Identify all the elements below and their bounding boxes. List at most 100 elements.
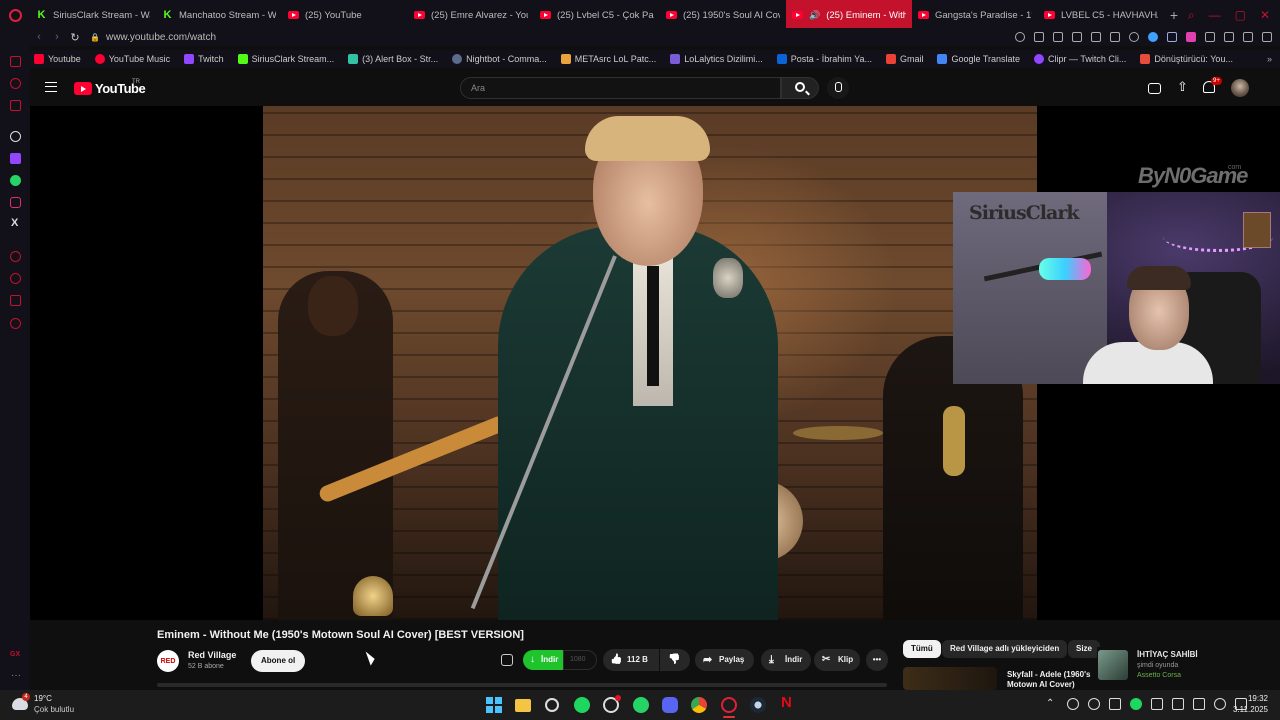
back-icon[interactable]: ‹ [30, 31, 48, 43]
bookmark-clipr[interactable]: Clipr — Twitch Cli... [1034, 54, 1126, 64]
bookmark-google-translate[interactable]: Google Translate [937, 54, 1020, 64]
close-icon[interactable]: ✕ [1260, 8, 1270, 22]
search-button[interactable] [781, 77, 819, 99]
bookmark-youtube[interactable]: Youtube [34, 54, 81, 64]
steam-tray-icon[interactable] [1109, 698, 1121, 710]
snapshot-icon[interactable] [1053, 32, 1063, 42]
channel-name[interactable]: Red Village [188, 650, 236, 660]
show-hidden-icons-icon[interactable]: ⌃ [1046, 698, 1058, 710]
notifications-button[interactable]: 9+ [1203, 77, 1222, 95]
bookmark-lolalytics[interactable]: LoLalytics Dizilimi... [670, 54, 763, 64]
create-icon[interactable] [1148, 82, 1161, 94]
puzzle-icon[interactable] [1224, 32, 1234, 42]
maximize-icon[interactable]: ▢ [1235, 8, 1246, 22]
chip-all[interactable]: Tümü [903, 640, 941, 658]
like-button[interactable]: 112 B [603, 649, 659, 671]
bookmark-twitch[interactable]: Twitch [184, 54, 224, 64]
netflix-icon[interactable]: N [781, 694, 797, 711]
more-actions-button[interactable]: ••• [866, 649, 888, 671]
quality-select[interactable]: 1080 [563, 650, 597, 670]
minimize-icon[interactable]: — [1209, 8, 1221, 22]
spotify-icon[interactable] [574, 697, 590, 713]
opera-gx-icon[interactable] [721, 697, 737, 713]
menu-icon[interactable] [1262, 32, 1272, 42]
more-icon[interactable]: ··· [11, 670, 21, 681]
weather-description[interactable]: Çok bulutlu [34, 705, 74, 714]
microphone-icon[interactable] [1151, 698, 1163, 710]
weather-temperature[interactable]: 19°C [34, 694, 52, 703]
voice-search-icon[interactable] [827, 77, 849, 99]
search-tabs-icon[interactable]: ⌕ [1188, 8, 1195, 23]
discord-icon[interactable] [662, 697, 678, 713]
history-icon[interactable] [10, 273, 21, 284]
pin-icon[interactable] [1034, 32, 1044, 42]
bookmark-posta[interactable]: Posta - İbrahim Ya... [776, 54, 872, 64]
reload-icon[interactable]: ↻ [66, 31, 84, 44]
tab-youtube-home[interactable]: (25) YouTube [282, 0, 408, 30]
bookmark-nightbot[interactable]: Nightbot - Comma... [452, 54, 547, 64]
twitch-icon[interactable] [10, 153, 21, 164]
chrome-icon[interactable] [691, 697, 707, 713]
clip-button[interactable]: Klip [814, 649, 860, 671]
settings-icon[interactable] [10, 318, 21, 329]
chatgpt-icon[interactable] [603, 695, 621, 713]
video-frame[interactable] [263, 106, 1037, 620]
display-icon[interactable] [1193, 698, 1205, 710]
steam-icon[interactable] [750, 697, 766, 713]
extension-icon[interactable] [1186, 32, 1196, 42]
url-field[interactable]: 🔒 www.youtube.com/watch [90, 32, 216, 43]
tab-lvbel-c5[interactable]: (25) Lvbel C5 - Çok Pard [534, 0, 660, 30]
tab-siriusclark[interactable]: K SiriusClark Stream - Wat [30, 0, 156, 30]
bookmark-youtube-music[interactable]: YouTube Music [94, 54, 170, 64]
extension-icon[interactable] [1167, 32, 1177, 42]
image-icon[interactable] [1205, 32, 1215, 42]
search-input[interactable]: Ara [460, 77, 781, 99]
game-notification[interactable]: İHTİYAÇ SAHİBİ şimdi oyunda Assetto Cors… [1097, 647, 1280, 685]
zoom-icon[interactable] [1015, 32, 1025, 42]
bookmark-gmail[interactable]: Gmail [885, 54, 923, 64]
speaker-icon[interactable]: 🔊 [809, 10, 820, 21]
spotify-tray-icon[interactable] [1130, 698, 1142, 710]
player-icon[interactable] [1091, 32, 1101, 42]
tab-eminem-active[interactable]: 🔊 (25) Eminem - Withou [786, 0, 912, 30]
clock-date[interactable]: 3.11.2025 [1230, 705, 1268, 714]
network-icon[interactable] [1214, 698, 1226, 710]
download-icon[interactable] [1243, 32, 1253, 42]
gx-control-icon[interactable] [10, 100, 21, 111]
chip-from-uploader[interactable]: Red Village adlı yükleyiciden [942, 640, 1068, 658]
tab-gangstas-paradise[interactable]: Gangsta's Paradise - 195 [912, 0, 1038, 30]
tab-emre-alvarez[interactable]: (25) Emre Alvarez - Yout [408, 0, 534, 30]
extension-icon[interactable] [501, 654, 513, 666]
nvidia-icon[interactable] [1172, 698, 1184, 710]
tab-manchatoo[interactable]: K Manchatoo Stream - Wa [156, 0, 282, 30]
bookmark-heart-icon[interactable] [1110, 32, 1120, 42]
description-box[interactable] [157, 683, 887, 687]
x-twitter-icon[interactable]: X [11, 217, 22, 229]
tray-app-icon[interactable] [1067, 698, 1079, 710]
extension-download-button[interactable]: İndir [523, 650, 567, 670]
clock-time[interactable]: 19:32 [1230, 694, 1268, 703]
upload-icon[interactable] [1175, 79, 1189, 95]
file-explorer-icon[interactable] [515, 699, 531, 712]
subscribe-button[interactable]: Abone ol [251, 650, 306, 672]
bookmark-alert-box[interactable]: (3) Alert Box - Str... [348, 54, 438, 64]
bookmark-metasrc[interactable]: METAsrc LoL Patc... [560, 54, 656, 64]
dislike-button[interactable] [660, 649, 690, 671]
whatsapp-icon[interactable] [633, 697, 649, 713]
gx-icon[interactable]: GX [10, 651, 20, 658]
download-button[interactable]: İndir [761, 649, 811, 671]
opera-menu-icon[interactable] [0, 0, 30, 30]
chatgpt-icon[interactable] [10, 131, 21, 142]
whatsapp-icon[interactable] [10, 175, 21, 186]
windows-start-icon[interactable] [486, 697, 502, 713]
aria-icon[interactable] [10, 56, 21, 67]
hamburger-menu-icon[interactable] [45, 82, 57, 92]
settings-gear-icon[interactable] [545, 698, 559, 712]
vpn-icon[interactable] [1148, 32, 1158, 42]
recommended-title[interactable]: Skyfall - Adele (1960's Motown AI Cover) [1007, 670, 1099, 690]
refresh-icon[interactable] [10, 78, 21, 89]
tab-lvbel-havhav[interactable]: LVBEL C5 - HAVHAVHAV [1038, 0, 1164, 30]
headset-icon[interactable] [1088, 698, 1100, 710]
bookmarks-overflow-icon[interactable]: » [1267, 54, 1280, 64]
share-button[interactable]: Paylaş [695, 649, 754, 671]
